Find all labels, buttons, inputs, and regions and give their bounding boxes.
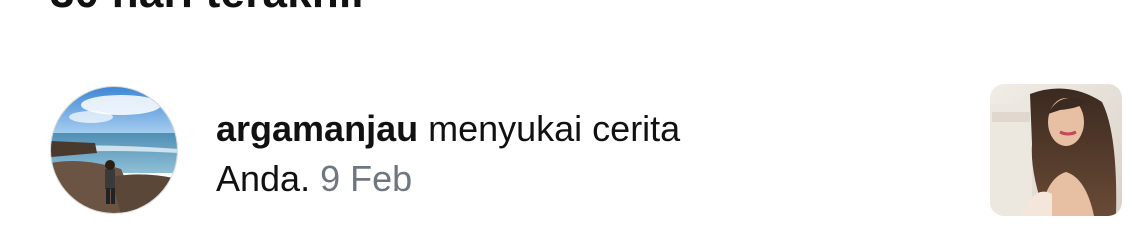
avatar[interactable]	[50, 86, 178, 214]
notification-text: argamanjau menyukai cerita Anda. 9 Feb	[216, 104, 916, 204]
notification-row[interactable]: argamanjau menyukai cerita Anda. 9 Feb	[0, 80, 1134, 225]
action-text: menyukai cerita	[428, 108, 681, 149]
section-title: 30 hari terakhir	[50, 0, 369, 18]
story-thumbnail[interactable]	[990, 84, 1122, 216]
timestamp: 9 Feb	[320, 158, 413, 199]
action-text-end: Anda.	[216, 158, 311, 199]
activity-page: 30 hari terakhir	[0, 0, 1134, 250]
username-link[interactable]: argamanjau	[216, 108, 418, 149]
